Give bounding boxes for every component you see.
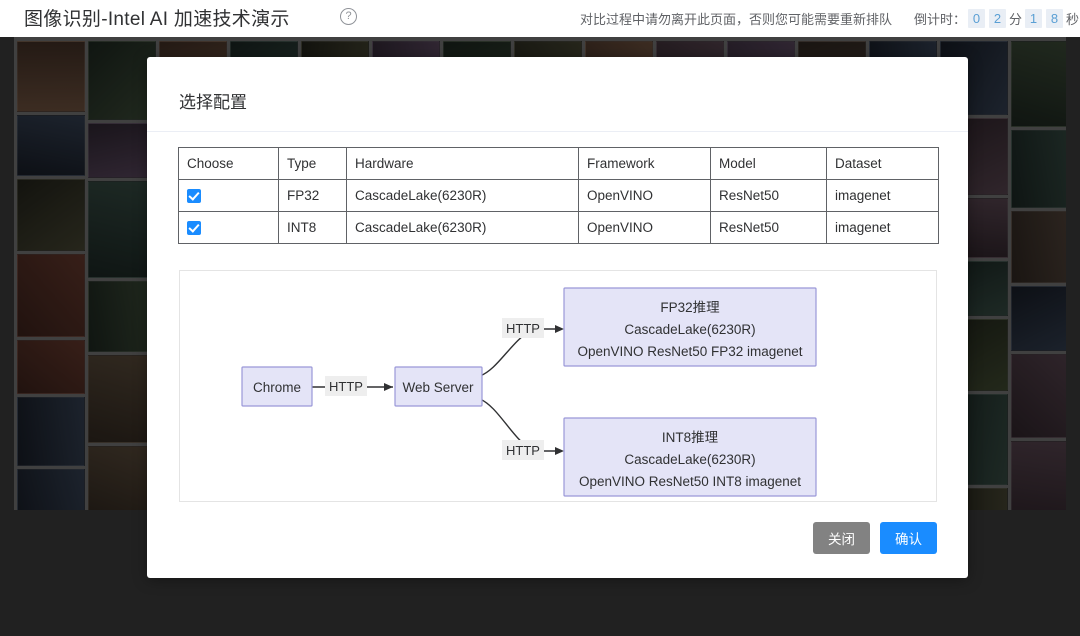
column-header-framework: Framework: [579, 148, 711, 180]
page-title: 图像识别-Intel AI 加速技术演示: [24, 4, 290, 31]
dialog-footer: 关闭 确认: [813, 522, 937, 554]
countdown-second-ones: 8: [1046, 9, 1063, 28]
dialog-title: 选择配置: [179, 88, 247, 113]
node-fp32-line1: FP32推理: [660, 300, 720, 315]
countdown-label: 倒计时：: [914, 9, 966, 28]
countdown-minute-unit: 分: [1009, 9, 1022, 28]
cell-type: FP32: [279, 180, 347, 212]
node-int8-line3: OpenVINO ResNet50 INT8 imagenet: [579, 474, 801, 489]
header-status-area: 对比过程中请勿离开此页面，否则您可能需要重新排队 倒计时： 0 2 分 1 8 …: [580, 0, 1080, 37]
node-int8-line2: CascadeLake(6230R): [624, 452, 755, 467]
architecture-diagram-svg: Chrome Web Server HTTP HTTP HTTP FP32推理 …: [180, 271, 936, 501]
dialog-divider: [147, 131, 968, 132]
cell-framework: OpenVINO: [579, 212, 711, 244]
column-header-model: Model: [711, 148, 827, 180]
countdown-second-tens: 1: [1025, 9, 1042, 28]
cell-framework: OpenVINO: [579, 180, 711, 212]
countdown-minute-tens: 0: [968, 9, 985, 28]
app-header: 图像识别-Intel AI 加速技术演示 ? 对比过程中请勿离开此页面，否则您可…: [0, 0, 1080, 37]
row-checkbox-cell[interactable]: [179, 180, 279, 212]
confirm-button[interactable]: 确认: [880, 522, 937, 554]
row-checkbox-fp32[interactable]: [187, 189, 201, 203]
edge-label-http-3: HTTP: [506, 443, 540, 458]
question-mark-circle-icon[interactable]: ?: [340, 8, 357, 25]
edge-label-http-1: HTTP: [329, 379, 363, 394]
cell-hardware: CascadeLake(6230R): [347, 180, 579, 212]
cell-model: ResNet50: [711, 212, 827, 244]
countdown-minute-ones: 2: [989, 9, 1006, 28]
app-root: 图像识别-Intel AI 加速技术演示 ? 对比过程中请勿离开此页面，否则您可…: [0, 0, 1080, 636]
table-row: INT8 CascadeLake(6230R) OpenVINO ResNet5…: [179, 212, 939, 244]
configuration-table: Choose Type Hardware Framework Model Dat…: [178, 147, 939, 244]
arrowhead-to-fp32: [555, 325, 564, 333]
select-configuration-dialog: 选择配置 Choose Type Hardware Framework Mode…: [147, 57, 968, 578]
node-fp32-line3: OpenVINO ResNet50 FP32 imagenet: [577, 344, 802, 359]
table-row: FP32 CascadeLake(6230R) OpenVINO ResNet5…: [179, 180, 939, 212]
row-checkbox-cell[interactable]: [179, 212, 279, 244]
column-header-choose: Choose: [179, 148, 279, 180]
cell-model: ResNet50: [711, 180, 827, 212]
node-chrome-label: Chrome: [253, 380, 301, 395]
node-fp32-line2: CascadeLake(6230R): [624, 322, 755, 337]
arrowhead-to-int8: [555, 447, 564, 455]
architecture-diagram-panel: Chrome Web Server HTTP HTTP HTTP FP32推理 …: [179, 270, 937, 502]
queue-warning-text: 对比过程中请勿离开此页面，否则您可能需要重新排队: [580, 9, 892, 28]
edge-label-http-2: HTTP: [506, 321, 540, 336]
cell-dataset: imagenet: [827, 212, 939, 244]
row-checkbox-int8[interactable]: [187, 221, 201, 235]
cell-type: INT8: [279, 212, 347, 244]
cell-dataset: imagenet: [827, 180, 939, 212]
close-button[interactable]: 关闭: [813, 522, 870, 554]
cell-hardware: CascadeLake(6230R): [347, 212, 579, 244]
table-header-row: Choose Type Hardware Framework Model Dat…: [179, 148, 939, 180]
node-int8-line1: INT8推理: [662, 430, 719, 445]
column-header-hardware: Hardware: [347, 148, 579, 180]
countdown-second-unit: 秒: [1066, 9, 1079, 28]
arrowhead-chrome-to-webserver: [384, 383, 393, 391]
column-header-dataset: Dataset: [827, 148, 939, 180]
node-web-server-label: Web Server: [402, 380, 474, 395]
column-header-type: Type: [279, 148, 347, 180]
